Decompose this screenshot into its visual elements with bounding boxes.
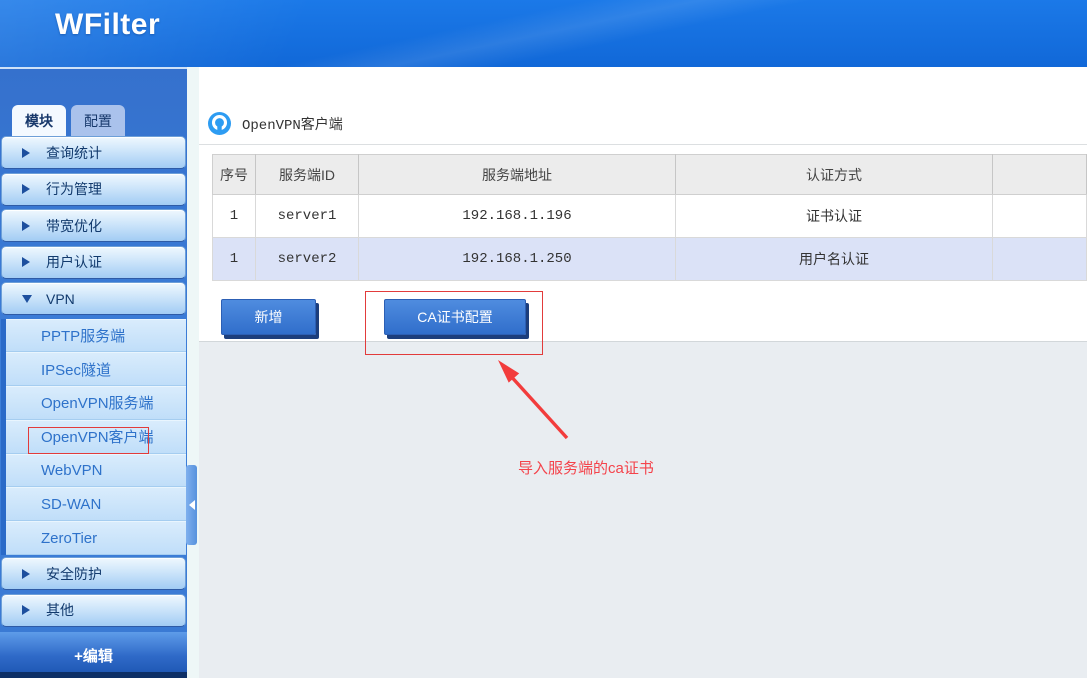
cell-server-address: 192.168.1.250 [359,238,676,281]
cell-server-address: 192.168.1.196 [359,195,676,238]
action-button-row: 新增 CA证书配置 [221,299,1087,335]
sidebar-item-user-auth[interactable]: 用户认证 [1,246,186,279]
cell-auth-method: 证书认证 [676,195,993,238]
openvpn-clients-table: 序号 服务端ID 服务端地址 认证方式 1 server1 192.168.1.… [212,154,1087,281]
cell-index: 1 [213,238,256,281]
sidebar-item-vpn[interactable]: VPN [1,282,186,315]
sidebar-edit-button[interactable]: +编辑 [0,632,187,678]
sidebar-item-ipsec-tunnel[interactable]: IPSec隧道 [6,352,186,386]
add-button[interactable]: 新增 [221,299,316,335]
col-header-auth-method: 认证方式 [676,155,993,195]
vpn-submenu: PPTP服务端 IPSec隧道 OpenVPN服务端 OpenVPN客户端 We… [1,319,186,556]
triangle-right-icon [22,184,30,194]
cell-actions [993,195,1087,238]
sidebar-gap [187,67,199,678]
sidebar-item-other[interactable]: 其他 [1,594,186,627]
app-header: WFilter [0,0,1087,67]
sidebar-item-pptp-server[interactable]: PPTP服务端 [6,319,186,353]
content-panel: OpenVPN客户端 序号 服务端ID 服务端地址 认证方式 1 [199,67,1087,342]
collapse-arrow-icon [189,500,195,510]
table-row[interactable]: 1 server2 192.168.1.250 用户名认证 [213,238,1087,281]
sidebar-item-openvpn-client[interactable]: OpenVPN客户端 [6,420,186,454]
page-title-row: OpenVPN客户端 [199,67,1087,135]
sidebar-item-security[interactable]: 安全防护 [1,557,186,590]
tab-modules[interactable]: 模块 [12,105,66,136]
sidebar-item-webvpn[interactable]: WebVPN [6,454,186,488]
triangle-right-icon [22,569,30,579]
triangle-right-icon [22,257,30,267]
cell-actions [993,238,1087,281]
col-header-actions [993,155,1087,195]
col-header-server-address: 服务端地址 [359,155,676,195]
sidebar-item-query-stats[interactable]: 查询统计 [1,136,186,169]
sidebar-collapse-handle[interactable] [186,465,197,545]
cell-server-id: server1 [256,195,359,238]
col-header-server-id: 服务端ID [256,155,359,195]
sidebar-item-openvpn-server[interactable]: OpenVPN服务端 [6,386,186,420]
table-row[interactable]: 1 server1 192.168.1.196 证书认证 [213,195,1087,238]
app-window: WFilter 模块 配置 查询统计 行为管理 带宽优化 用户认证 [0,0,1087,678]
table-header-row: 序号 服务端ID 服务端地址 认证方式 [213,155,1087,195]
sidebar-item-zerotier[interactable]: ZeroTier [6,521,186,555]
sidebar: 模块 配置 查询统计 行为管理 带宽优化 用户认证 VPN [0,67,187,678]
sidebar-menu: 查询统计 行为管理 带宽优化 用户认证 VPN PPTP服务端 IPSec隧道 [1,136,186,630]
cell-auth-method: 用户名认证 [676,238,993,281]
page-title: OpenVPN客户端 [242,114,343,134]
main-content: OpenVPN客户端 序号 服务端ID 服务端地址 认证方式 1 [199,67,1087,678]
divider [199,144,1087,145]
cell-server-id: server2 [256,238,359,281]
triangle-down-icon [22,295,32,303]
ca-cert-config-button[interactable]: CA证书配置 [384,299,526,335]
tab-config[interactable]: 配置 [71,105,125,136]
app-logo: WFilter [55,8,160,42]
triangle-right-icon [22,605,30,615]
col-header-index: 序号 [213,155,256,195]
triangle-right-icon [22,148,30,158]
sidebar-item-behavior-mgmt[interactable]: 行为管理 [1,173,186,206]
openvpn-icon [208,112,231,135]
sidebar-item-bandwidth-opt[interactable]: 带宽优化 [1,209,186,242]
triangle-right-icon [22,221,30,231]
sidebar-item-sd-wan[interactable]: SD-WAN [6,487,186,521]
cell-index: 1 [213,195,256,238]
sidebar-tabs: 模块 配置 [12,105,183,136]
